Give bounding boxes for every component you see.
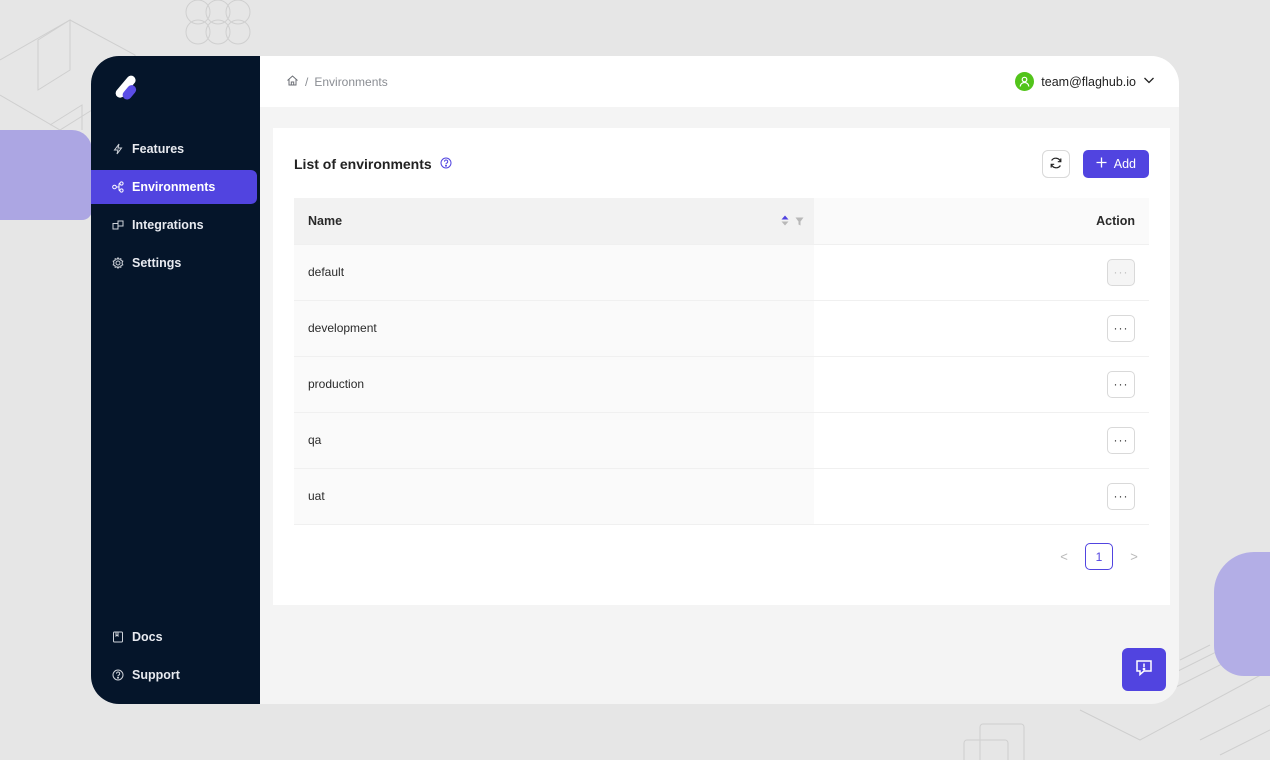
app-window: Features Environments Integrations Setti… (91, 56, 1179, 704)
table-row: qa ··· (294, 412, 1149, 469)
sidebar-item-label: Environments (132, 180, 216, 194)
breadcrumb-current: Environments (314, 74, 388, 89)
row-actions-button[interactable]: ··· (1107, 314, 1135, 342)
breadcrumb: / Environments (286, 74, 388, 90)
environment-name: uat (294, 468, 814, 525)
sidebar-item-label: Features (132, 142, 185, 156)
integrations-icon (111, 219, 124, 232)
refresh-button[interactable] (1041, 150, 1070, 178)
sidebar-item-label: Settings (132, 256, 182, 270)
sidebar-item-integrations[interactable]: Integrations (91, 208, 257, 242)
decorative-blob-right (1214, 552, 1270, 676)
environments-icon (111, 181, 124, 194)
book-icon (111, 631, 124, 644)
topbar: / Environments team@flaghub.io (260, 56, 1179, 107)
refresh-icon (1049, 156, 1063, 173)
filter-icon[interactable] (795, 215, 804, 229)
panel-header: List of environments Add (294, 128, 1149, 198)
environment-name: qa (294, 412, 814, 469)
action-cell: ··· (814, 468, 1149, 525)
chevron-down-icon (1143, 74, 1155, 89)
sidebar-item-features[interactable]: Features (91, 132, 257, 166)
column-header-label: Name (308, 213, 343, 228)
sidebar-item-settings[interactable]: Settings (91, 246, 257, 280)
flaghub-logo-icon[interactable] (110, 72, 144, 106)
environment-name: production (294, 356, 814, 413)
action-cell: ··· (814, 412, 1149, 469)
sidebar-bottom-nav: Docs Support (91, 616, 260, 696)
help-circle-icon (111, 669, 124, 682)
sort-icon[interactable] (781, 215, 789, 229)
feedback-icon (1135, 659, 1153, 681)
next-page-button[interactable]: > (1127, 549, 1141, 564)
action-cell: ··· (814, 244, 1149, 301)
pagination: < 1 > (1057, 543, 1141, 570)
row-actions-button[interactable]: ··· (1107, 482, 1135, 510)
environment-name: default (294, 244, 814, 301)
sidebar-item-support[interactable]: Support (91, 658, 257, 692)
sidebar: Features Environments Integrations Setti… (91, 56, 260, 704)
add-environment-button[interactable]: Add (1082, 150, 1149, 178)
row-actions-button[interactable]: ··· (1107, 370, 1135, 398)
table-row: production ··· (294, 356, 1149, 413)
user-email: team@flaghub.io (1041, 74, 1136, 89)
environments-panel: List of environments Add Name Action def… (273, 128, 1170, 605)
prev-page-button[interactable]: < (1057, 549, 1071, 564)
environments-table: Name Action default ··· development ··· … (294, 198, 1149, 525)
table-row: default ··· (294, 244, 1149, 301)
sidebar-item-label: Docs (132, 630, 163, 644)
table-row: development ··· (294, 300, 1149, 357)
sidebar-item-label: Integrations (132, 218, 204, 232)
page-number-button[interactable]: 1 (1085, 543, 1113, 570)
info-icon[interactable] (440, 156, 452, 172)
table-header-row: Name Action (294, 198, 1149, 245)
column-header-name[interactable]: Name (294, 198, 814, 245)
action-cell: ··· (814, 356, 1149, 413)
avatar (1015, 72, 1035, 91)
home-icon[interactable] (286, 74, 299, 90)
panel-actions: Add (1041, 150, 1149, 178)
column-header-action: Action (814, 198, 1149, 245)
row-actions-button[interactable]: ··· (1107, 426, 1135, 454)
sidebar-nav: Features Environments Integrations Setti… (91, 128, 260, 284)
plus-icon (1096, 157, 1107, 171)
decorative-blob-left (0, 130, 92, 220)
table-row: uat ··· (294, 468, 1149, 525)
row-actions-button: ··· (1107, 258, 1135, 286)
environment-name: development (294, 300, 814, 357)
sidebar-item-environments[interactable]: Environments (91, 170, 257, 204)
add-button-label: Add (1113, 157, 1136, 171)
sidebar-item-docs[interactable]: Docs (91, 620, 257, 654)
bolt-icon (111, 143, 124, 156)
user-menu[interactable]: team@flaghub.io (1015, 72, 1155, 91)
gear-icon (111, 257, 124, 270)
panel-title-text: List of environments (294, 156, 432, 172)
sidebar-item-label: Support (132, 668, 180, 682)
main-content: / Environments team@flaghub.io List of e… (260, 56, 1179, 704)
feedback-button[interactable] (1122, 648, 1166, 691)
panel-title: List of environments (294, 156, 452, 172)
breadcrumb-separator: / (305, 74, 309, 89)
action-cell: ··· (814, 300, 1149, 357)
